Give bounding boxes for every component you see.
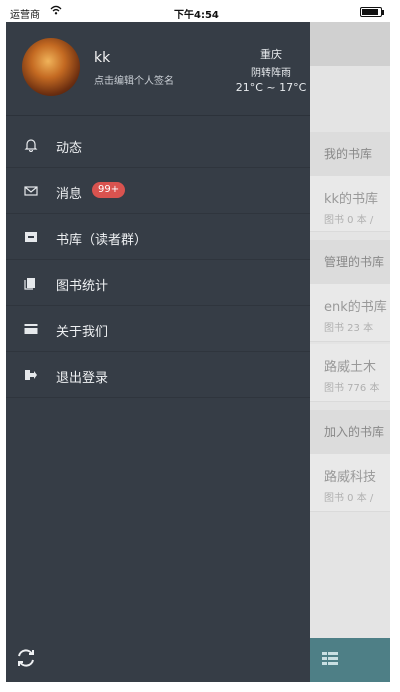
menu-item-label: 书库（读者群） (56, 233, 148, 248)
avatar[interactable] (22, 38, 80, 96)
menu-item-messages[interactable]: 消息 99+ (6, 168, 310, 214)
menu-item-label: 动态 (56, 141, 83, 156)
section-header-joined-library: 加入的书库 (310, 410, 390, 454)
menu-item-label: 退出登录 (56, 371, 109, 386)
card-subtitle: 图书 23 本 (324, 323, 374, 334)
book-icon (24, 278, 35, 290)
logout-icon (25, 370, 37, 380)
card-title: 路威科技 (324, 470, 377, 485)
weather-widget: 重庆 阴转阵雨 21°C ~ 17°C (234, 46, 308, 94)
menu-item-label: 消息 (56, 187, 83, 202)
battery-icon (360, 7, 384, 17)
menu-item-book-stats[interactable]: 图书统计 (6, 260, 310, 306)
menu-item-label: 关于我们 (56, 325, 109, 340)
status-time: 下午4:54 (174, 10, 219, 21)
list-grid-icon[interactable] (322, 652, 338, 666)
weather-city: 重庆 (260, 48, 282, 61)
weather-temperature: 21°C ~ 17°C (235, 81, 307, 94)
page-navbar (310, 22, 390, 66)
card-title: kk的书库 (324, 192, 379, 207)
menu-item-logout[interactable]: 退出登录 (6, 352, 310, 398)
envelope-icon (24, 186, 38, 196)
library-card[interactable]: 路威土木 图书 776 本 (310, 344, 390, 402)
status-bar: 运营商 下午4:54 (6, 0, 390, 22)
battery-level (362, 9, 379, 15)
inbox-icon (25, 232, 37, 242)
library-card[interactable]: kk的书库 图书 0 本 / (310, 176, 390, 232)
bottom-bar[interactable] (310, 638, 390, 682)
menu-item-library[interactable]: 书库（读者群） (6, 214, 310, 260)
username: kk (94, 50, 111, 66)
wifi-icon (50, 5, 62, 18)
card-icon (24, 324, 38, 334)
section-header-managed-library: 管理的书库 (310, 240, 390, 284)
refresh-icon[interactable] (16, 648, 36, 668)
profile-header[interactable]: kk 点击编辑个人签名 重庆 阴转阵雨 21°C ~ 17°C (6, 22, 310, 116)
unread-badge: 99+ (92, 182, 126, 198)
menu-item-about[interactable]: 关于我们 (6, 306, 310, 352)
card-subtitle: 图书 0 本 / (324, 493, 374, 504)
card-title: 路威土木 (324, 360, 377, 375)
app-frame: 运营商 下午4:54 我的书库 kk的书库 图书 0 本 / 管理的书库 enk… (6, 0, 390, 692)
section-header-my-library: 我的书库 (310, 132, 390, 176)
library-card[interactable]: enk的书库 图书 23 本 (310, 284, 390, 342)
side-drawer: kk 点击编辑个人签名 重庆 阴转阵雨 21°C ~ 17°C 动态 消息 99… (6, 22, 310, 682)
card-subtitle: 图书 0 本 / (324, 215, 374, 226)
carrier-label: 运营商 (10, 10, 40, 21)
card-subtitle: 图书 776 本 (324, 383, 380, 394)
card-title: enk的书库 (324, 300, 387, 315)
bell-icon (24, 139, 38, 152)
signature-edit-link[interactable]: 点击编辑个人签名 (94, 72, 174, 87)
drawer-menu: 动态 消息 99+ 书库（读者群） 图书统计 关于我们 退出登录 (6, 122, 310, 398)
library-card[interactable]: 路威科技 图书 0 本 / (310, 454, 390, 512)
menu-item-label: 图书统计 (56, 279, 109, 294)
menu-item-activity[interactable]: 动态 (6, 122, 310, 168)
background-page[interactable]: 我的书库 kk的书库 图书 0 本 / 管理的书库 enk的书库 图书 23 本… (310, 22, 390, 682)
weather-condition: 阴转阵雨 (251, 68, 291, 79)
